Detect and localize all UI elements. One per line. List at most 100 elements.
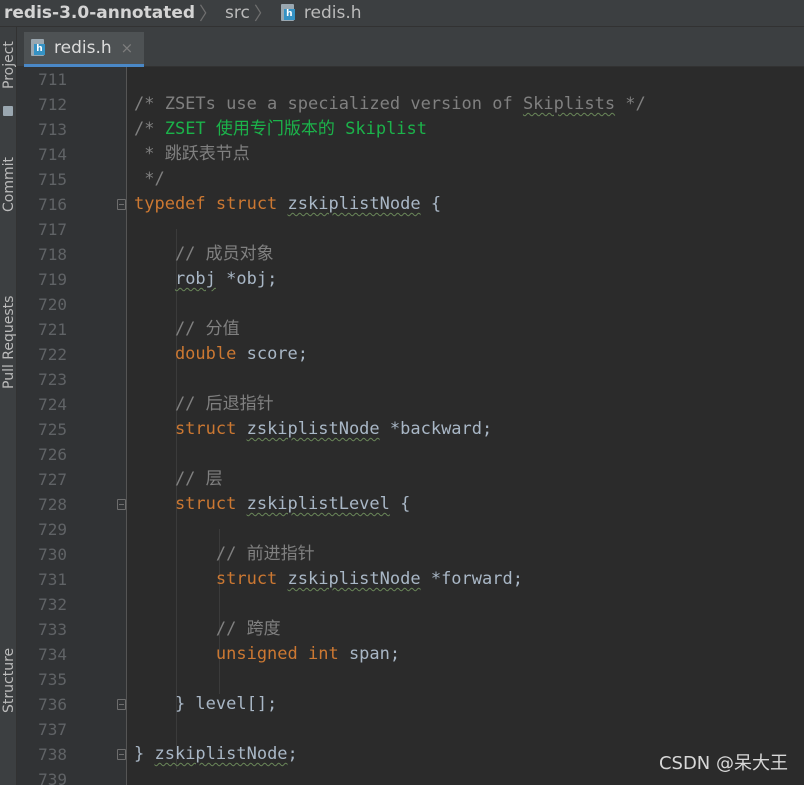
line-number[interactable]: 722 [17, 342, 67, 367]
code-line[interactable]: 725 struct zskiplistNode *backward; [17, 417, 804, 442]
code-token: * 跳跃表节点 [134, 144, 250, 164]
code-token: *backward; [379, 419, 493, 439]
code-token: { [389, 494, 411, 514]
code-line[interactable]: 730 // 前进指针 [17, 542, 804, 567]
code-text: } zskiplistNode; [134, 742, 298, 767]
code-text: // 分值 [134, 317, 240, 342]
line-number[interactable]: 729 [17, 517, 67, 542]
line-number[interactable]: 737 [17, 717, 67, 742]
code-token: struct [134, 569, 288, 589]
line-number[interactable]: 734 [17, 642, 67, 667]
tool-window-strip: Project Commit Pull Requests Structure [0, 27, 17, 785]
code-line[interactable]: 728 struct zskiplistLevel { [17, 492, 804, 517]
code-token: /* [134, 119, 165, 139]
code-line[interactable]: 721 // 分值 [17, 317, 804, 342]
code-text: /* ZSET 使用专门版本的 Skiplist [134, 117, 427, 142]
line-number[interactable]: 733 [17, 617, 67, 642]
code-token: *obj; [215, 269, 278, 289]
line-number[interactable]: 723 [17, 367, 67, 392]
code-text: // 成员对象 [134, 242, 274, 267]
line-number[interactable]: 721 [17, 317, 67, 342]
code-text: * 跳跃表节点 [134, 142, 250, 167]
code-text: struct zskiplistNode *forward; [134, 567, 523, 592]
code-line[interactable]: 733 // 跨度 [17, 617, 804, 642]
code-token: zskiplistNode [287, 569, 421, 589]
close-icon[interactable]: × [121, 39, 134, 57]
code-text: struct zskiplistNode *backward; [134, 417, 492, 442]
breadcrumb-file-label: redis.h [303, 2, 362, 23]
c-header-file-icon: h [280, 3, 298, 23]
code-line[interactable]: 724 // 后退指针 [17, 392, 804, 417]
line-number[interactable]: 730 [17, 542, 67, 567]
line-number[interactable]: 718 [17, 242, 67, 267]
code-line[interactable]: 720 [17, 292, 804, 317]
code-line[interactable]: 717 [17, 217, 804, 242]
fold-icon[interactable] [117, 499, 126, 510]
fold-icon[interactable] [117, 699, 126, 710]
code-token: */ [615, 94, 646, 114]
code-line[interactable]: 718 // 成员对象 [17, 242, 804, 267]
line-number[interactable]: 736 [17, 692, 67, 717]
code-line[interactable]: 719 robj *obj; [17, 267, 804, 292]
line-number[interactable]: 732 [17, 592, 67, 617]
code-line[interactable]: 715 */ [17, 167, 804, 192]
line-number[interactable]: 714 [17, 142, 67, 167]
tab-redis-h[interactable]: h redis.h × [24, 32, 144, 67]
code-line[interactable]: 723 [17, 367, 804, 392]
code-line[interactable]: 731 struct zskiplistNode *forward; [17, 567, 804, 592]
code-lines: 711 712 /* ZSETs use a specialized version… [17, 67, 804, 785]
line-number[interactable]: 713 [17, 117, 67, 142]
breadcrumb-project[interactable]: redis-3.0-annotated [0, 0, 195, 27]
line-number[interactable]: 727 [17, 467, 67, 492]
code-token: // 成员对象 [134, 244, 274, 264]
code-line[interactable]: 732 [17, 592, 804, 617]
code-text: typedef struct zskiplistNode { [134, 192, 441, 217]
code-line[interactable]: 727 // 层 [17, 467, 804, 492]
editor-tab-bar: h redis.h × [17, 27, 804, 67]
fold-icon[interactable] [117, 199, 126, 210]
line-number[interactable]: 739 [17, 767, 67, 785]
code-token: } level[]; [134, 694, 278, 714]
ide-window: redis-3.0-annotated 〉 src 〉 h redis.h Pr… [0, 0, 804, 785]
line-number[interactable]: 712 [17, 92, 67, 117]
code-token: typedef struct [134, 194, 288, 214]
code-line[interactable]: 735 [17, 667, 804, 692]
fold-icon[interactable] [117, 749, 126, 760]
code-line[interactable]: 737 [17, 717, 804, 742]
line-number[interactable]: 715 [17, 167, 67, 192]
code-text: double score; [134, 342, 308, 367]
code-token: span; [338, 644, 401, 664]
breadcrumb: redis-3.0-annotated 〉 src 〉 h redis.h [0, 0, 804, 27]
code-line[interactable]: 729 [17, 517, 804, 542]
code-editor[interactable]: 711 712 /* ZSETs use a specialized version… [17, 67, 804, 785]
line-number[interactable]: 728 [17, 492, 67, 517]
code-line[interactable]: 734 unsigned int span; [17, 642, 804, 667]
breadcrumb-file[interactable]: h redis.h [280, 0, 362, 27]
line-number[interactable]: 726 [17, 442, 67, 467]
code-token: // 分值 [134, 319, 240, 339]
line-number[interactable]: 719 [17, 267, 67, 292]
code-line[interactable]: 712 /* ZSETs use a specialized version of… [17, 92, 804, 117]
code-line[interactable]: 726 [17, 442, 804, 467]
line-number[interactable]: 725 [17, 417, 67, 442]
code-line[interactable]: 722 double score; [17, 342, 804, 367]
line-number[interactable]: 738 [17, 742, 67, 767]
line-number[interactable]: 711 [17, 67, 67, 92]
code-line[interactable]: 716 typedef struct zskiplistNode { [17, 192, 804, 217]
code-text: // 前进指针 [134, 542, 315, 567]
breadcrumb-folder[interactable]: src [225, 0, 250, 27]
line-number[interactable]: 735 [17, 667, 67, 692]
code-line[interactable]: 711 [17, 67, 804, 92]
code-line[interactable]: 713 /* ZSET 使用专门版本的 Skiplist [17, 117, 804, 142]
code-text: /* ZSETs use a specialized version of Sk… [134, 92, 646, 117]
line-number[interactable]: 724 [17, 392, 67, 417]
code-token: { [420, 194, 442, 214]
line-number[interactable]: 720 [17, 292, 67, 317]
code-line[interactable]: 714 * 跳跃表节点 [17, 142, 804, 167]
line-number[interactable]: 716 [17, 192, 67, 217]
code-line[interactable]: 736 } level[]; [17, 692, 804, 717]
code-token: struct [134, 419, 247, 439]
line-number[interactable]: 717 [17, 217, 67, 242]
line-number[interactable]: 731 [17, 567, 67, 592]
